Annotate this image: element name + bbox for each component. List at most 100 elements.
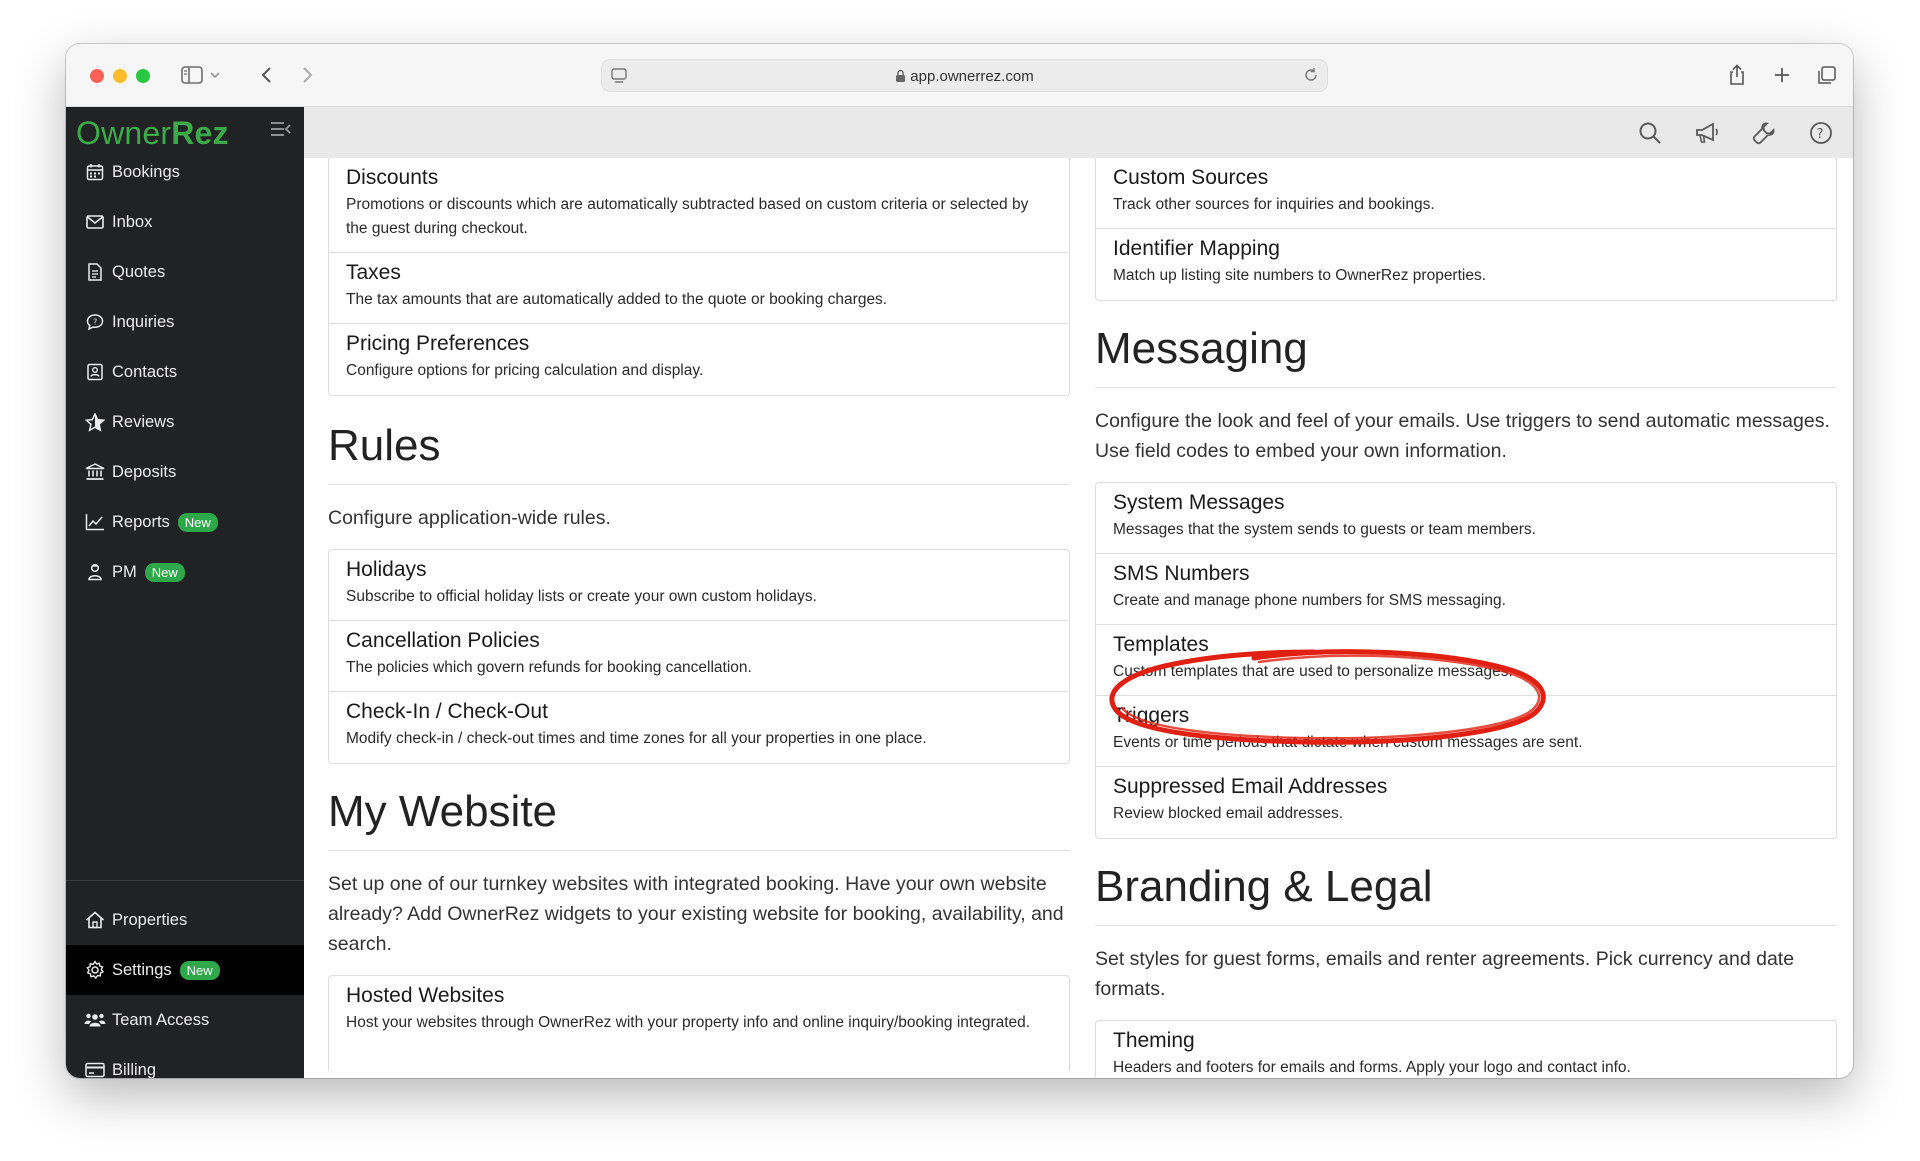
team-icon <box>84 1009 106 1031</box>
bank-icon <box>84 461 106 483</box>
section-title-rules: Rules <box>328 418 1070 485</box>
settings-item-identifier-mapping[interactable]: Identifier Mapping Match up listing site… <box>1096 229 1836 300</box>
settings-item-system-messages[interactable]: System Messages Messages that the system… <box>1096 483 1836 554</box>
chat-bubble-icon: ? <box>84 311 106 333</box>
item-description: The tax amounts that are automatically a… <box>346 291 888 308</box>
close-window-button[interactable] <box>90 69 104 83</box>
sidebar-item-label: Reviews <box>112 412 175 431</box>
sidebar-item-label: Contacts <box>112 362 178 381</box>
credit-card-icon <box>84 1059 106 1078</box>
sidebar-item-pm[interactable]: PM New <box>66 547 304 597</box>
sidebar-item-reviews[interactable]: Reviews <box>66 397 304 447</box>
document-icon <box>84 261 106 283</box>
wrench-icon[interactable] <box>1750 119 1778 147</box>
house-icon <box>84 909 106 931</box>
minimize-window-button[interactable] <box>113 69 127 83</box>
new-badge: New <box>177 512 218 532</box>
item-title: Triggers <box>1113 704 1190 727</box>
tab-overview-icon[interactable] <box>1816 62 1838 88</box>
item-description: Messages that the system sends to guests… <box>1113 521 1536 538</box>
address-bar[interactable]: app.ownerrez.com <box>601 59 1328 92</box>
website-card: Hosted Websites Host your websites throu… <box>328 975 1070 1071</box>
settings-column-right: Custom Sources Track other sources for i… <box>1095 158 1837 1078</box>
sidebar-item-label: Inquiries <box>112 312 175 331</box>
settings-item-custom-sources[interactable]: Custom Sources Track other sources for i… <box>1096 158 1836 229</box>
settings-item-pricing-preferences[interactable]: Pricing Preferences Configure options fo… <box>329 324 1069 395</box>
back-arrow-icon[interactable] <box>256 62 276 88</box>
sidebar-item-team-access[interactable]: Team Access <box>66 995 304 1045</box>
search-icon[interactable] <box>1636 119 1664 147</box>
sidebar-item-contacts[interactable]: Contacts <box>66 347 304 397</box>
sidebar: OwnerRez Bookings Inbox Quotes ? Inquiri… <box>66 107 304 1078</box>
url-text: app.ownerrez.com <box>910 68 1034 85</box>
sidebar-item-properties[interactable]: Properties <box>66 895 304 945</box>
rules-section: Rules Configure application-wide rules. … <box>328 418 1070 764</box>
item-title: Custom Sources <box>1113 166 1269 189</box>
settings-item-theming[interactable]: Theming Headers and footers for emails a… <box>1096 1021 1836 1078</box>
settings-item-triggers[interactable]: Triggers Events or time periods that dic… <box>1096 696 1836 767</box>
section-description: Set styles for guest forms, emails and r… <box>1095 948 1795 1000</box>
collapse-sidebar-icon[interactable] <box>270 121 292 142</box>
settings-item-discounts[interactable]: Discounts Promotions or discounts which … <box>329 158 1069 253</box>
help-icon[interactable]: ? <box>1807 119 1835 147</box>
section-description: Configure application-wide rules. <box>328 507 611 529</box>
settings-item-holidays[interactable]: Holidays Subscribe to official holiday l… <box>329 550 1069 621</box>
item-title: Suppressed Email Addresses <box>1113 775 1388 798</box>
sidebar-item-inquiries[interactable]: ? Inquiries <box>66 297 304 347</box>
item-description: The policies which govern refunds for bo… <box>346 659 752 676</box>
settings-item-sms-numbers[interactable]: SMS Numbers Create and manage phone numb… <box>1096 554 1836 625</box>
megaphone-icon[interactable] <box>1693 119 1721 147</box>
item-title: Pricing Preferences <box>346 332 530 355</box>
sidebar-item-reports[interactable]: Reports New <box>66 497 304 547</box>
item-title: Theming <box>1113 1029 1195 1052</box>
contact-card-icon <box>84 361 106 383</box>
line-chart-icon <box>84 511 106 533</box>
item-description: Promotions or discounts which are automa… <box>346 196 1029 237</box>
new-tab-icon[interactable] <box>1772 62 1792 88</box>
sources-card: Custom Sources Track other sources for i… <box>1095 158 1837 301</box>
sidebar-item-settings[interactable]: Settings New <box>66 945 304 995</box>
reload-icon[interactable] <box>1303 67 1319 88</box>
url-display: app.ownerrez.com <box>602 68 1327 87</box>
sidebar-item-label: Quotes <box>112 262 166 281</box>
item-description: Subscribe to official holiday lists or c… <box>346 588 817 605</box>
item-description: Events or time periods that dictate when… <box>1113 734 1583 751</box>
zoom-window-button[interactable] <box>136 69 150 83</box>
settings-item-cancellation-policies[interactable]: Cancellation Policies The policies which… <box>329 621 1069 692</box>
person-icon <box>84 561 106 583</box>
svg-text:?: ? <box>93 318 97 327</box>
sidebar-item-inbox[interactable]: Inbox <box>66 197 304 247</box>
branding-card: Theming Headers and footers for emails a… <box>1095 1020 1837 1078</box>
section-title-branding-legal: Branding & Legal <box>1095 859 1837 926</box>
svg-text:?: ? <box>1817 127 1824 142</box>
item-title: Taxes <box>346 261 401 284</box>
settings-item-templates[interactable]: Templates Custom templates that are used… <box>1096 625 1836 696</box>
item-description: Create and manage phone numbers for SMS … <box>1113 592 1506 609</box>
item-description: Track other sources for inquiries and bo… <box>1113 196 1435 213</box>
sidebar-item-bookings[interactable]: Bookings <box>66 147 304 197</box>
settings-item-check-in-check-out[interactable]: Check-In / Check-Out Modify check-in / c… <box>329 692 1069 763</box>
share-icon[interactable] <box>1726 62 1748 88</box>
window-controls <box>90 69 150 83</box>
settings-item-suppressed-email-addresses[interactable]: Suppressed Email Addresses Review blocke… <box>1096 767 1836 838</box>
chevron-down-icon[interactable] <box>208 62 222 88</box>
item-description: Modify check-in / check-out times and ti… <box>346 730 927 747</box>
calendar-icon <box>84 161 106 183</box>
rules-card: Holidays Subscribe to official holiday l… <box>328 549 1070 764</box>
sidebar-item-quotes[interactable]: Quotes <box>66 247 304 297</box>
sidebar-item-label: Deposits <box>112 462 177 481</box>
settings-item-taxes[interactable]: Taxes The tax amounts that are automatic… <box>329 253 1069 324</box>
sidebar-item-billing[interactable]: Billing <box>66 1045 304 1078</box>
sidebar-item-label: Bookings <box>112 162 180 181</box>
item-title: Hosted Websites <box>346 984 505 1007</box>
item-title: Cancellation Policies <box>346 629 540 652</box>
sidebar-item-label: Billing <box>112 1060 157 1079</box>
forward-arrow-icon[interactable] <box>298 62 318 88</box>
star-icon <box>84 411 106 433</box>
sidebar-item-deposits[interactable]: Deposits <box>66 447 304 497</box>
settings-item-hosted-websites[interactable]: Hosted Websites Host your websites throu… <box>329 976 1069 1071</box>
sidebar-toggle-icon[interactable] <box>180 62 204 88</box>
section-title-my-website: My Website <box>328 784 1070 851</box>
item-title: System Messages <box>1113 491 1285 514</box>
item-description: Configure options for pricing calculatio… <box>346 362 704 379</box>
